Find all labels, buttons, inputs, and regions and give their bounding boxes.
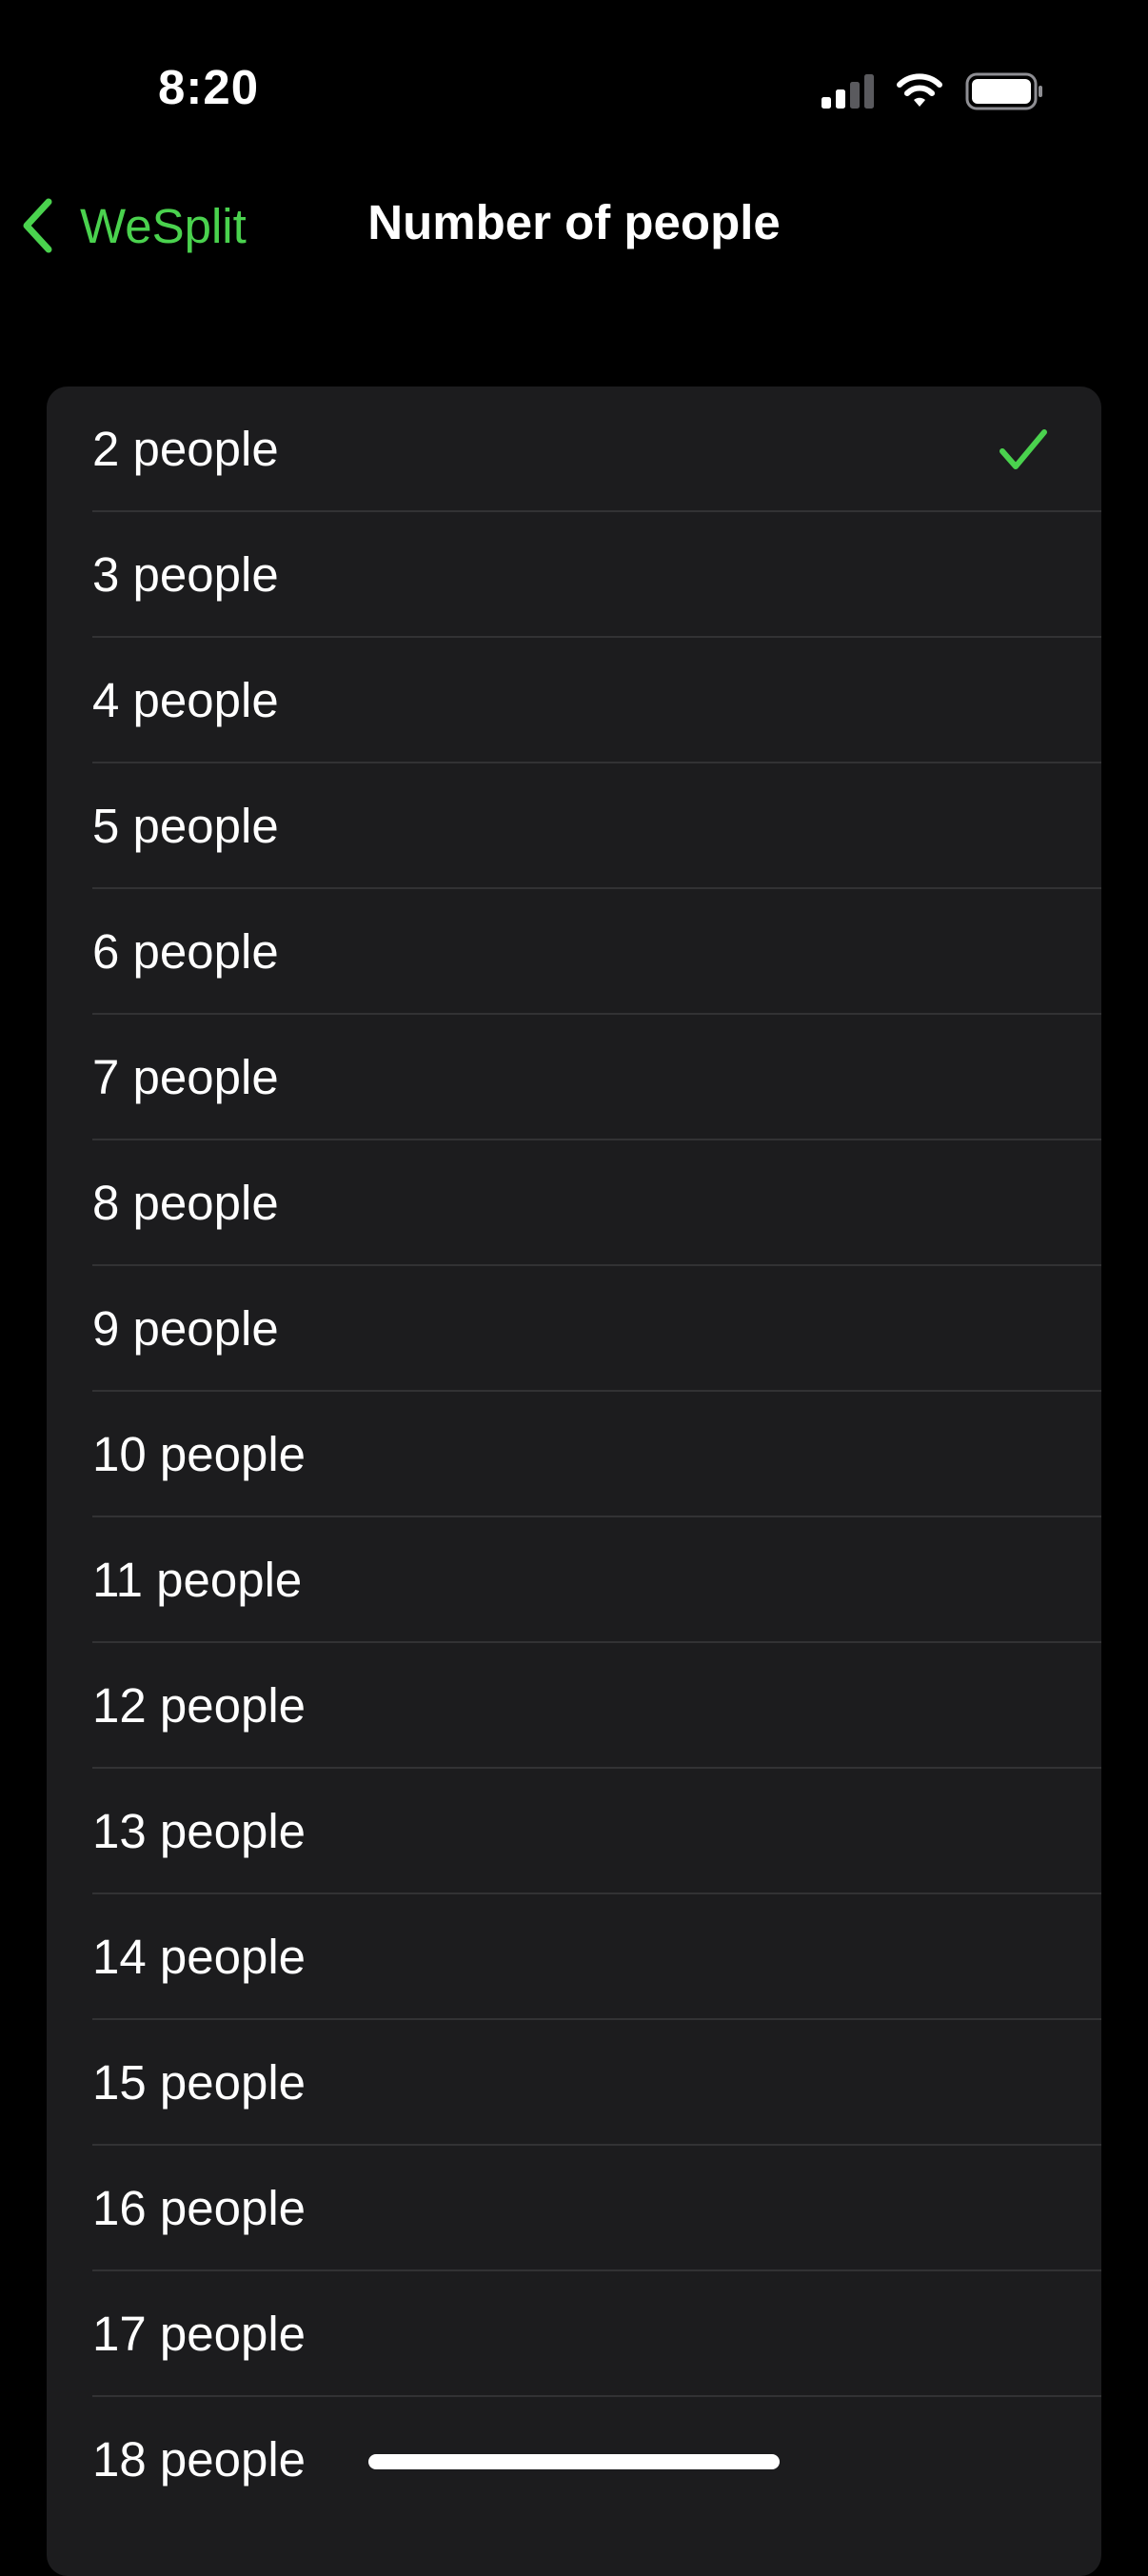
- status-icons: [821, 69, 1043, 114]
- list-item[interactable]: 4 people: [47, 638, 1101, 763]
- list-item-label: 16 people: [92, 2181, 307, 2235]
- list-item-label: 13 people: [92, 1804, 307, 1858]
- list-item-label: 11 people: [92, 1553, 303, 1607]
- list-item[interactable]: 2 people: [47, 386, 1101, 512]
- list-item-label: 18 people: [92, 2432, 307, 2487]
- list-item[interactable]: 16 people: [47, 2146, 1101, 2271]
- list-item[interactable]: 7 people: [47, 1015, 1101, 1140]
- list-item-label: 6 people: [92, 924, 279, 979]
- cellular-signal-icon: [821, 74, 874, 109]
- list-item[interactable]: 17 people: [47, 2271, 1101, 2397]
- list-item-label: 15 people: [92, 2055, 307, 2110]
- status-time: 8:20: [158, 60, 260, 114]
- checkmark-icon: [1000, 429, 1047, 469]
- list-item-label: 5 people: [92, 799, 279, 853]
- list-item-label: 8 people: [92, 1176, 279, 1230]
- home-indicator: [368, 2454, 780, 2469]
- list-item[interactable]: 5 people: [47, 763, 1101, 889]
- list-item-label: 2 people: [92, 422, 279, 476]
- list-item[interactable]: 15 people: [47, 2020, 1101, 2146]
- list-item[interactable]: 9 people: [47, 1266, 1101, 1392]
- list-item-label: 9 people: [92, 1301, 279, 1356]
- list-item[interactable]: 6 people: [47, 889, 1101, 1015]
- list-item-label: 17 people: [92, 2307, 307, 2361]
- list-item[interactable]: 14 people: [47, 1894, 1101, 2020]
- navigation-bar: WeSplit Number of people: [0, 181, 1148, 268]
- list-item[interactable]: 8 people: [47, 1140, 1101, 1266]
- battery-icon: [965, 72, 1042, 110]
- list-item-label: 7 people: [92, 1050, 279, 1104]
- people-count-list: 2 people 3 people 4 people 5 people 6 people…: [47, 386, 1101, 2576]
- list-item-label: 10 people: [92, 1427, 307, 1481]
- status-bar: 8:20: [0, 0, 1148, 181]
- list-item[interactable]: 10 people: [47, 1392, 1101, 1517]
- list-item-label: 14 people: [92, 1930, 307, 1984]
- list-item[interactable]: 12 people: [47, 1643, 1101, 1769]
- list-item-label: 4 people: [92, 673, 279, 727]
- wifi-icon: [897, 73, 942, 107]
- list-item[interactable]: 3 people: [47, 512, 1101, 638]
- list-item[interactable]: 13 people: [47, 1769, 1101, 1894]
- list-item[interactable]: 11 people: [47, 1517, 1101, 1643]
- list-item-label: 12 people: [92, 1678, 307, 1733]
- page-title: Number of people: [367, 195, 781, 249]
- list-item-label: 3 people: [92, 547, 279, 602]
